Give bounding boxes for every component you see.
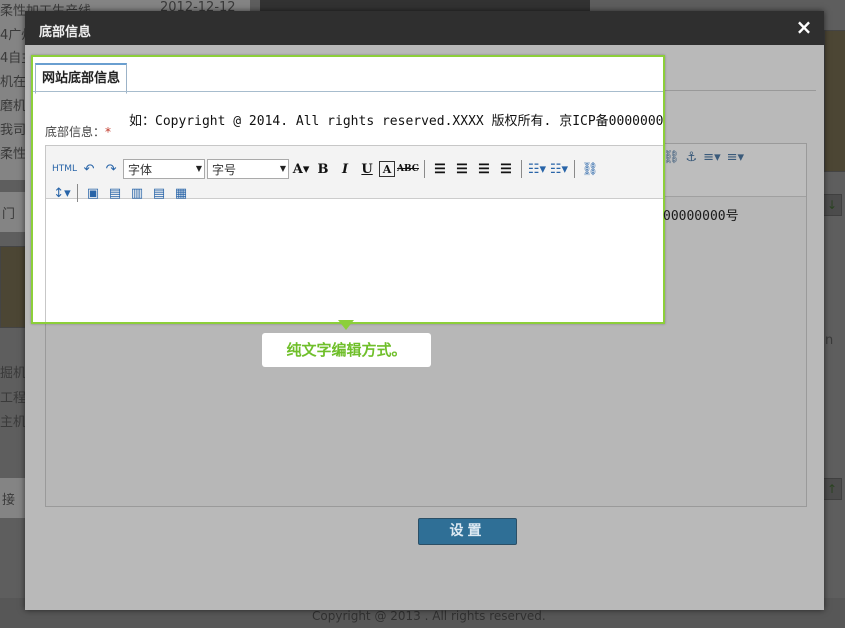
bold-icon[interactable]: B: [313, 159, 333, 179]
tour-highlight: 网站底部信息 底部信息：* HTML ↶ ↷ 字体 ▼ 字号 ▼ A▾ B I U …: [31, 55, 665, 324]
font-family-select[interactable]: 字体 ▼: [123, 159, 206, 179]
tab-footer-info[interactable]: 网站底部信息: [35, 63, 128, 94]
editor-content-text[interactable]: 如：Copyright @ 2014. All rights reserved.…: [129, 110, 663, 129]
image-none-icon[interactable]: ▦: [171, 183, 191, 203]
editor-content-overflow: 00000000号: [663, 209, 739, 224]
highlight-icon[interactable]: A: [379, 161, 396, 177]
font-color-icon[interactable]: A▾: [291, 159, 311, 179]
html-source-button[interactable]: HTML: [52, 159, 77, 179]
outdent-icon[interactable]: ≡▾: [727, 150, 744, 165]
dialog-title: 底部信息: [39, 25, 92, 40]
tab-divider: [33, 91, 663, 92]
toolbar-separator: [573, 160, 575, 178]
image-left-icon[interactable]: ▤: [105, 183, 125, 203]
toolbar-separator: [423, 160, 425, 178]
undo-icon[interactable]: ↶: [79, 159, 99, 179]
align-center-icon[interactable]: ☰: [452, 159, 472, 179]
unlink-icon[interactable]: ⛓: [663, 150, 680, 165]
font-size-select[interactable]: 字号 ▼: [207, 159, 290, 179]
redo-icon[interactable]: ↷: [101, 159, 121, 179]
line-height-icon[interactable]: ↕▾: [52, 183, 72, 203]
dialog-header: 底部信息 ×: [25, 11, 824, 45]
chevron-down-icon: ▼: [195, 164, 203, 173]
anchor-icon[interactable]: ⚓: [686, 150, 698, 165]
close-button[interactable]: ×: [794, 16, 814, 38]
required-mark: *: [105, 125, 112, 139]
chevron-down-icon: ▼: [279, 164, 287, 173]
unordered-list-icon[interactable]: ☷▾: [549, 159, 569, 179]
rich-text-editor: HTML ↶ ↷ 字体 ▼ 字号 ▼ A▾ B I U A ABC ☰ ☰ ☰ ☰: [45, 145, 663, 322]
toolbar-row-2: ↕▾ ▣ ▤ ▥ ▤ ▦: [52, 181, 191, 205]
tooltip-pointer: [338, 320, 354, 330]
align-justify-icon[interactable]: ☰: [496, 159, 516, 179]
image-right-icon[interactable]: ▤: [149, 183, 169, 203]
tour-tooltip: 纯文字编辑方式。: [262, 333, 431, 367]
image-icon[interactable]: ▣: [83, 183, 103, 203]
indent-icon[interactable]: ≡▾: [703, 150, 720, 165]
underline-icon[interactable]: U: [357, 159, 377, 179]
save-button[interactable]: 设置: [418, 518, 517, 545]
align-left-icon[interactable]: ☰: [430, 159, 450, 179]
link-icon[interactable]: ⛓: [580, 159, 600, 179]
editor-toolbar: HTML ↶ ↷ 字体 ▼ 字号 ▼ A▾ B I U A ABC ☰ ☰ ☰ ☰: [46, 146, 663, 202]
toolbar-separator: [520, 160, 522, 178]
field-label: 底部信息：*: [45, 125, 112, 139]
toolbar-separator: [77, 184, 78, 202]
strikethrough-icon[interactable]: ABC: [397, 159, 419, 179]
italic-icon[interactable]: I: [335, 159, 355, 179]
align-right-icon[interactable]: ☰: [474, 159, 494, 179]
toolbar-row-1: HTML ↶ ↷ 字体 ▼ 字号 ▼ A▾ B I U A ABC ☰ ☰ ☰ ☰: [52, 157, 600, 181]
toolbar-overflow: ⛓ ⚓ ≡▾ ≡▾: [663, 147, 783, 167]
ordered-list-icon[interactable]: ☷▾: [527, 159, 547, 179]
image-center-icon[interactable]: ▥: [127, 183, 147, 203]
